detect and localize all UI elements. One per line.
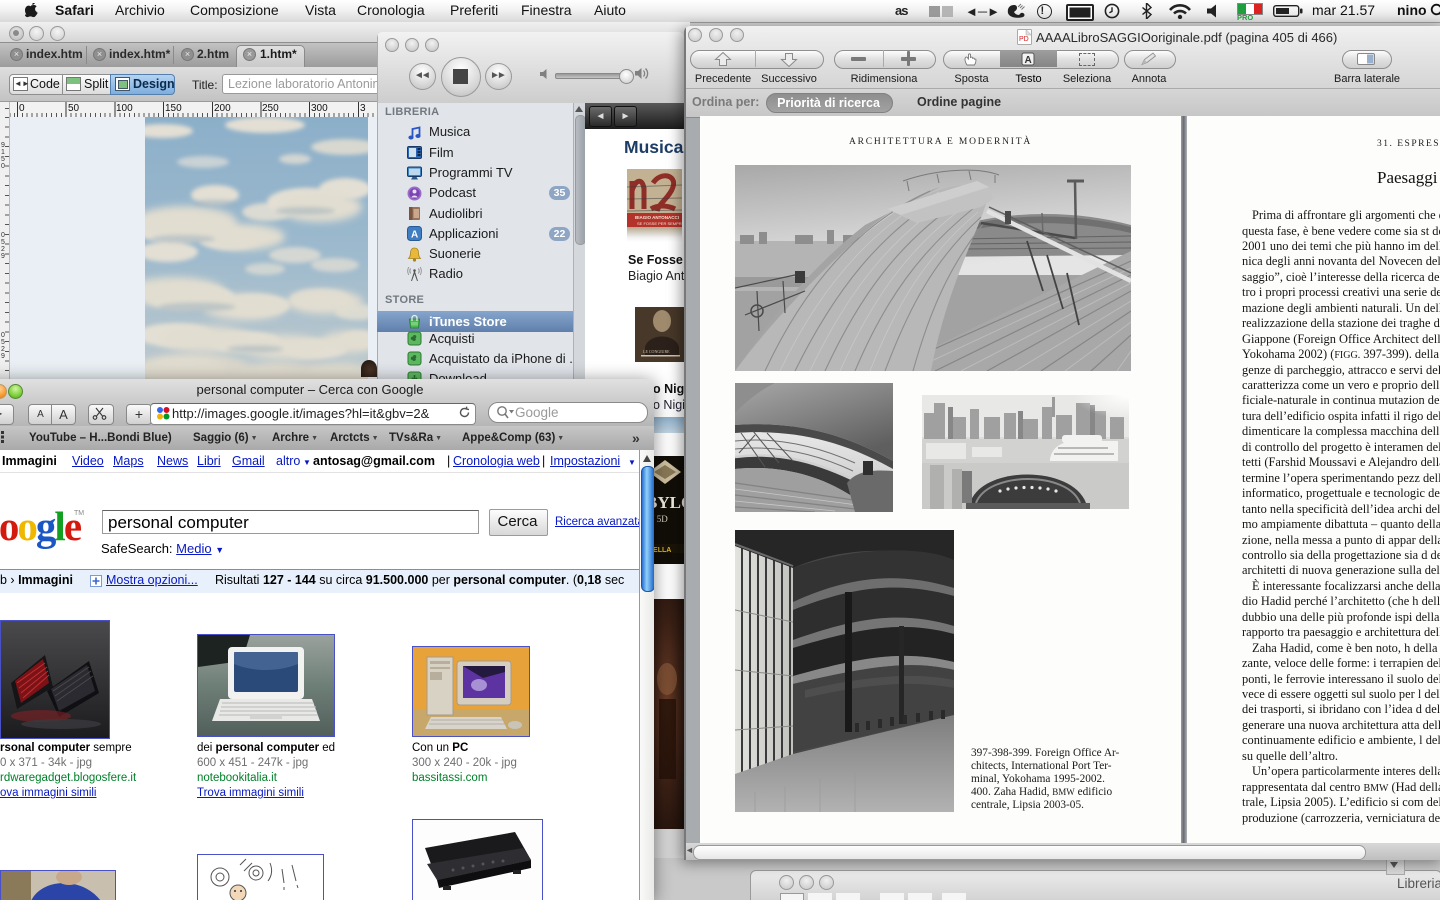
svg-text:BIAGIO ANTONACCI: BIAGIO ANTONACCI (635, 215, 679, 220)
svg-text:A: A (1025, 55, 1032, 66)
svg-text:A: A (411, 230, 418, 241)
svg-text:SE FOSSE PER SEMPRE: SE FOSSE PER SEMPRE (637, 221, 682, 226)
svg-text:PD: PD (1019, 36, 1029, 43)
svg-text:LE CONGIURE: LE CONGIURE (643, 349, 670, 354)
